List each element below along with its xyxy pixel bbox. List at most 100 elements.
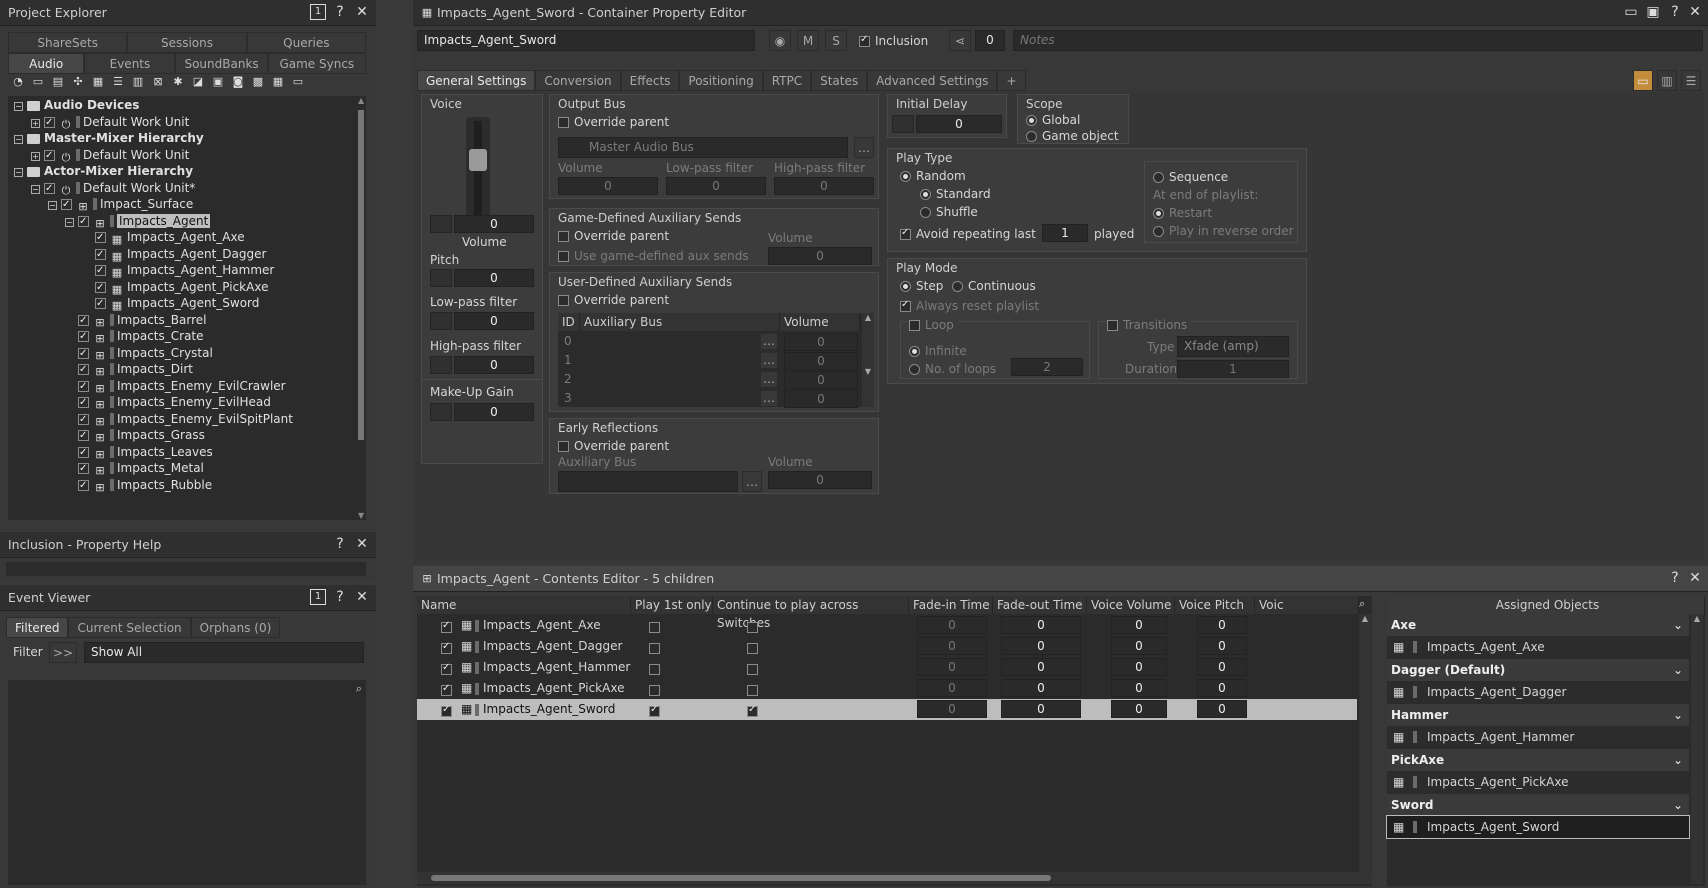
toolbar-icon[interactable]: ⊠	[152, 76, 164, 88]
tree-item[interactable]: ⊞ Impacts_Dirt	[65, 361, 193, 378]
layout-stack-icon[interactable]: ☰	[1681, 70, 1701, 91]
tab-sharesets[interactable]: ShareSets	[8, 32, 128, 53]
table-row[interactable]: ▦Impacts_Agent_Axe0000	[417, 615, 1357, 636]
browse-button[interactable]: …	[760, 333, 778, 350]
switch-group-header[interactable]: Dagger (Default) ⌄	[1387, 659, 1689, 681]
tree-item[interactable]: − ⏻ Default Work Unit*	[31, 180, 195, 197]
help-icon[interactable]: ?	[332, 4, 348, 20]
tree-item[interactable]: ▦ Impacts_Agent_Sword	[82, 295, 259, 312]
voice-pitch-field[interactable]: 0	[1197, 637, 1247, 655]
checkbox[interactable]	[78, 428, 89, 444]
checkbox[interactable]	[441, 662, 452, 675]
early-override-checkbox[interactable]: Override parent	[558, 439, 669, 453]
checkbox[interactable]	[78, 395, 89, 411]
tab-game-syncs[interactable]: Game Syncs	[267, 53, 366, 74]
assigned-object[interactable]: ▦ Impacts_Agent_Sword	[1386, 815, 1690, 839]
checkbox[interactable]	[441, 704, 452, 717]
shuffle-radio[interactable]: Shuffle	[920, 205, 978, 219]
table-row[interactable]: ▦Impacts_Agent_Hammer0000	[417, 657, 1357, 678]
voice-pitch-field[interactable]: 0	[1197, 679, 1247, 697]
tree-item[interactable]: − Actor-Mixer Hierarchy	[14, 163, 193, 179]
checkbox[interactable]	[558, 295, 569, 306]
continue-across-checkbox[interactable]	[747, 664, 758, 675]
game-aux-override-checkbox[interactable]: Override parent	[558, 229, 669, 243]
column-header[interactable]: Name	[417, 596, 631, 614]
tree-item[interactable]: − Master-Mixer Hierarchy	[14, 130, 204, 146]
toolbar-icon[interactable]: ◙	[232, 76, 244, 88]
column-header[interactable]: Fade-out Time	[993, 596, 1087, 614]
user-aux-override-checkbox[interactable]: Override parent	[558, 293, 669, 307]
output-override-checkbox[interactable]: Override parent	[558, 115, 669, 129]
play-first-checkbox[interactable]	[649, 685, 660, 696]
lpf-field[interactable]: 0	[454, 312, 534, 330]
filter-toggle-button[interactable]: >>	[49, 642, 77, 663]
checkbox[interactable]	[78, 313, 89, 329]
delay-grip[interactable]	[892, 115, 914, 133]
tree-item[interactable]: ⊞ Impacts_Enemy_EvilCrawler	[65, 378, 286, 395]
tree-item[interactable]: ⊞ Impacts_Rubble	[65, 477, 212, 494]
switch-group-header[interactable]: Hammer ⌄	[1387, 704, 1689, 726]
close-icon[interactable]: ✕	[354, 536, 370, 552]
expand-icon[interactable]: +	[31, 151, 40, 161]
tree-item[interactable]: ▦ Impacts_Agent_Dagger	[82, 246, 266, 263]
checkbox[interactable]	[441, 620, 452, 633]
assigned-object[interactable]: ▦ Impacts_Agent_Hammer	[1387, 726, 1689, 748]
checkbox[interactable]	[95, 230, 106, 246]
tree-item[interactable]: − ⊞ Impact_Surface	[48, 196, 193, 213]
grid-hscrollbar[interactable]	[417, 872, 1372, 884]
aux-send-row[interactable]: 1 … 0	[558, 351, 862, 370]
expand-icon[interactable]: −	[31, 184, 40, 194]
volume-slider[interactable]	[466, 117, 490, 227]
pitch-field[interactable]: 0	[454, 269, 534, 287]
search-icon[interactable]: ⌕	[1359, 597, 1365, 611]
grid-vscrollbar[interactable]: ▲	[1359, 614, 1371, 872]
assigned-scrollbar[interactable]: ▲	[1691, 614, 1703, 884]
radio[interactable]	[900, 281, 911, 292]
tab-conversion[interactable]: Conversion	[535, 70, 621, 91]
column-header[interactable]: Voice Volume	[1087, 596, 1175, 614]
inclusion-checkbox[interactable]: Inclusion	[859, 34, 928, 48]
toolbar-icon[interactable]: ✱	[172, 76, 184, 88]
voice-volume-field[interactable]: 0	[1111, 700, 1167, 718]
checkbox[interactable]	[78, 478, 89, 494]
expand-icon[interactable]: −	[14, 135, 23, 144]
checkbox[interactable]	[78, 214, 89, 230]
color-picker-button[interactable]: ◉	[769, 30, 791, 51]
table-row[interactable]: ▦Impacts_Agent_PickAxe0000	[417, 678, 1357, 699]
radio[interactable]	[920, 189, 931, 200]
checkbox[interactable]	[78, 379, 89, 395]
makeup-gain-field[interactable]: 0	[454, 403, 534, 421]
switch-group-header[interactable]: PickAxe ⌄	[1387, 749, 1689, 771]
browse-button[interactable]: …	[760, 371, 778, 388]
tab-current-selection[interactable]: Current Selection	[68, 617, 191, 638]
tab-positioning[interactable]: Positioning	[679, 70, 763, 91]
tab-advanced-settings[interactable]: Advanced Settings	[867, 70, 998, 91]
layout-single-icon[interactable]: ▭	[1633, 70, 1653, 91]
assigned-object[interactable]: ▦ Impacts_Agent_Axe	[1387, 636, 1689, 658]
checkbox[interactable]	[78, 346, 89, 362]
voice-volume-field[interactable]: 0	[1111, 637, 1167, 655]
tree-item[interactable]: + ⏻ Default Work Unit	[31, 114, 189, 131]
step-radio[interactable]: Step	[900, 279, 943, 293]
tree-item[interactable]: ▦ Impacts_Agent_Hammer	[82, 262, 274, 279]
volume-grip[interactable]	[430, 215, 452, 233]
layout-split-icon[interactable]: ▥	[1657, 70, 1677, 91]
close-icon[interactable]: ✕	[354, 589, 370, 605]
switch-group-header[interactable]: Sword ⌄	[1387, 794, 1689, 816]
volume-field[interactable]: 0	[454, 215, 534, 233]
checkbox[interactable]	[900, 227, 911, 240]
notes-field[interactable]: Notes	[1013, 30, 1703, 51]
voice-volume-field[interactable]: 0	[1111, 658, 1167, 676]
tree-item[interactable]: ⊞ Impacts_Enemy_EvilHead	[65, 394, 271, 411]
share-button[interactable]: ⋖	[949, 30, 971, 51]
play-first-checkbox[interactable]	[649, 664, 660, 675]
fadeout-field[interactable]: 0	[1001, 616, 1081, 634]
column-header[interactable]: Play 1st only	[631, 596, 713, 614]
layout-one-icon[interactable]: 1	[310, 589, 326, 605]
avoid-repeating-checkbox[interactable]: Avoid repeating last	[900, 227, 1036, 241]
play-first-checkbox[interactable]	[649, 643, 660, 654]
tab-add[interactable]: +	[997, 70, 1026, 91]
toolbar-icon[interactable]: ▦	[272, 76, 284, 88]
close-icon[interactable]: ✕	[354, 4, 370, 20]
chevron-down-icon[interactable]: ⌄	[1673, 614, 1683, 636]
